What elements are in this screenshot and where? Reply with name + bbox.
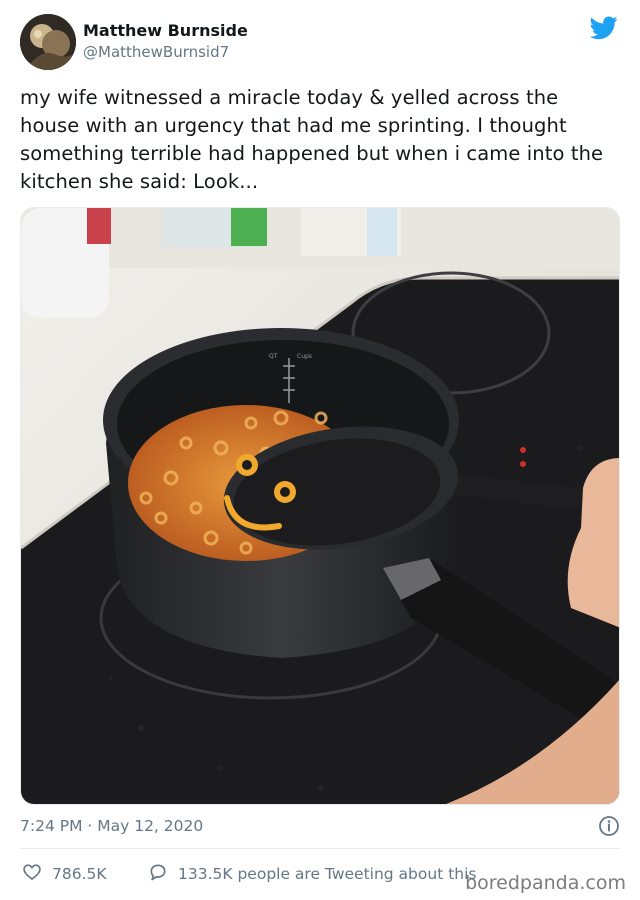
tweet-text: my wife witnessed a miracle today & yell… — [20, 86, 604, 193]
boredpanda-watermark: boredpanda.com — [465, 872, 626, 894]
info-icon[interactable] — [598, 815, 620, 837]
pot-qt-label: QT — [269, 353, 278, 360]
twitter-bird-icon[interactable] — [589, 16, 618, 40]
tweeting-about-link[interactable]: 133.5K people are Tweeting about this — [148, 862, 476, 886]
heart-icon — [22, 862, 52, 886]
like-count: 786.5K — [52, 865, 107, 883]
tweet-photo[interactable]: QT Cups — [20, 207, 620, 805]
pot-cups-label: Cups — [297, 353, 312, 360]
author-handle[interactable]: @MatthewBurnsid7 — [83, 42, 248, 62]
author-display-name[interactable]: Matthew Burnside — [83, 21, 248, 41]
tweet-header: Matthew Burnside @MatthewBurnsid7 — [20, 14, 620, 74]
tweet-timestamp[interactable]: 7:24 PM · May 12, 2020 — [20, 817, 203, 835]
avatar[interactable] — [20, 14, 76, 70]
tweet-meta: 7:24 PM · May 12, 2020 — [20, 815, 620, 839]
like-button[interactable]: 786.5K — [22, 862, 107, 886]
tweeting-count: 133.5K people are Tweeting about this — [178, 865, 477, 883]
divider — [20, 848, 620, 849]
speech-bubble-icon — [148, 862, 178, 886]
